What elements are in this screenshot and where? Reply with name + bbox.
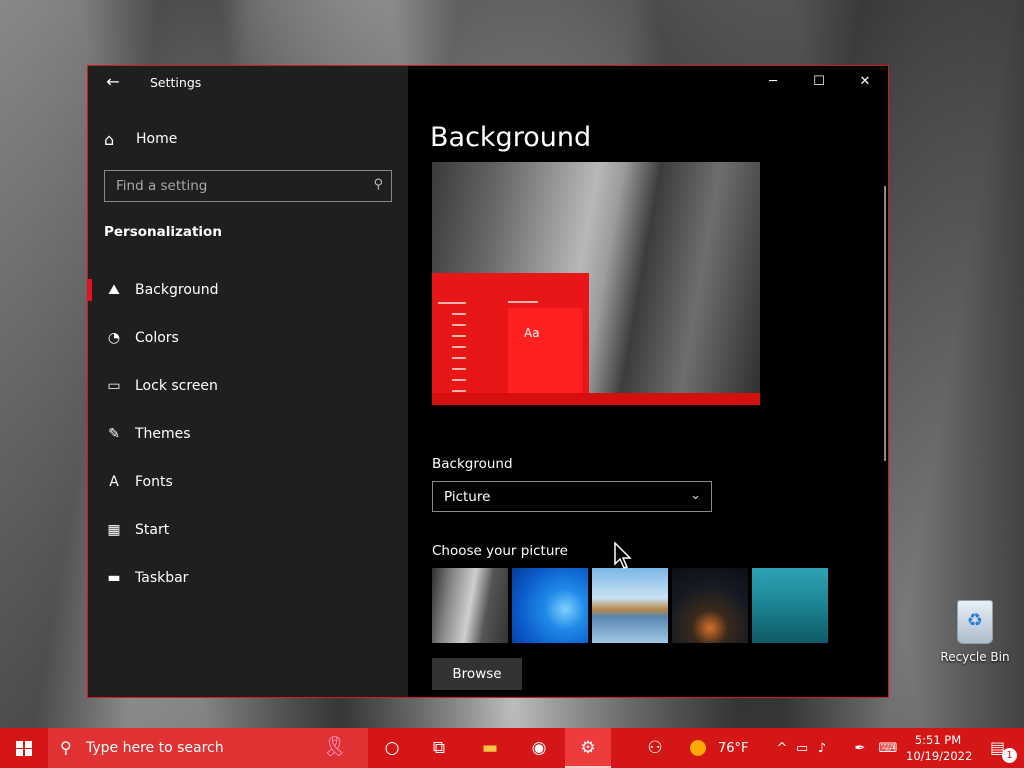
taskbar: ⚲ 🎗 ○ ⧉ ▬ ◉ ⚙ ⚇ 76°F ^ ▭ ♪ ✒ ⌨ 5:51 PM 1… <box>0 728 1024 768</box>
sidebar-item-label: Fonts <box>135 474 173 490</box>
close-button[interactable]: ✕ <box>842 66 888 98</box>
maximize-button[interactable]: ☐ <box>796 66 842 98</box>
awareness-ribbon-icon[interactable]: 🎗 <box>322 734 347 758</box>
picture-icon: ⛰ <box>108 282 120 298</box>
chevron-down-icon: ⌄ <box>690 488 701 503</box>
picture-thumbnail-windows[interactable] <box>512 568 588 643</box>
notification-count-badge: 1 <box>1002 748 1017 763</box>
weather-widget[interactable]: 76°F <box>690 728 749 768</box>
themes-icon: ✎ <box>108 426 120 442</box>
taskbar-clock[interactable]: 5:51 PM 10/19/2022 <box>906 732 973 764</box>
main-scrollbar[interactable] <box>884 186 886 461</box>
cortana-icon[interactable]: ○ <box>369 728 415 768</box>
sidebar-item-themes[interactable]: ✎ Themes <box>88 410 408 458</box>
sidebar-item-lock-screen[interactable]: ▭ Lock screen <box>88 362 408 410</box>
fonts-icon: A <box>109 474 119 490</box>
preview-tile: Aa <box>508 308 582 393</box>
background-type-label: Background <box>432 456 513 472</box>
window-controls: ─ ☐ ✕ <box>750 66 888 98</box>
sidebar-item-label: Colors <box>135 330 179 346</box>
action-center-button[interactable]: ▤ 1 <box>980 728 1020 768</box>
home-icon: ⌂ <box>104 129 115 149</box>
search-icon[interactable]: ⚲ <box>373 177 383 192</box>
back-arrow-icon[interactable]: ← <box>102 72 124 94</box>
palette-icon: ◔ <box>107 330 121 346</box>
browse-button[interactable]: Browse <box>432 658 522 690</box>
search-icon: ⚲ <box>60 738 72 757</box>
taskbar-search-input[interactable] <box>86 734 286 762</box>
clock-time: 5:51 PM <box>914 733 962 747</box>
settings-taskbar-icon[interactable]: ⚙ <box>565 728 611 768</box>
sidebar-item-fonts[interactable]: A Fonts <box>88 458 408 506</box>
find-setting-search: ⚲ <box>104 170 392 202</box>
recycle-bin-shortcut[interactable]: Recycle Bin <box>940 600 1010 664</box>
settings-window: ← Settings ⌂ Home ⚲ Personalization ⛰ Ba… <box>87 65 889 698</box>
picture-thumbnail-underwater[interactable] <box>752 568 828 643</box>
system-tray: ^ ▭ ♪ ✒ ⌨ <box>772 728 898 768</box>
sidebar-item-label: Themes <box>135 426 191 442</box>
titlebar-left: ← Settings <box>88 66 408 98</box>
taskbar-icon: ▬ <box>107 570 121 586</box>
sidebar-item-start[interactable]: ▦ Start <box>88 506 408 554</box>
mouse-cursor-icon <box>614 542 632 569</box>
background-preview: Aa <box>432 162 760 405</box>
sidebar-item-colors[interactable]: ◔ Colors <box>88 314 408 362</box>
section-title: Personalization <box>104 224 222 240</box>
settings-sidebar: ← Settings ⌂ Home ⚲ Personalization ⛰ Ba… <box>88 66 408 697</box>
volume-icon[interactable]: ♪ <box>812 741 832 756</box>
start-button[interactable] <box>0 728 48 768</box>
minimize-button[interactable]: ─ <box>750 66 796 98</box>
home-nav-item[interactable]: ⌂ Home <box>104 128 177 150</box>
network-icon[interactable]: ▭ <box>792 741 812 756</box>
picture-thumbnail-night-sky[interactable] <box>672 568 748 643</box>
sidebar-item-label: Background <box>135 282 219 298</box>
sidebar-item-label: Start <box>135 522 170 538</box>
sidebar-item-taskbar[interactable]: ▬ Taskbar <box>88 554 408 602</box>
preview-tile-header <box>508 301 538 303</box>
pen-icon[interactable]: ✒ <box>850 741 870 756</box>
keyboard-icon[interactable]: ⌨ <box>878 741 898 756</box>
sidebar-item-background[interactable]: ⛰ Background <box>88 266 408 314</box>
sidebar-item-label: Lock screen <box>135 378 218 394</box>
find-setting-input[interactable] <box>105 171 355 201</box>
picture-thumbnail-rock[interactable] <box>432 568 508 643</box>
people-icon[interactable]: ⚇ <box>632 728 678 768</box>
task-view-icon[interactable]: ⧉ <box>416 728 462 768</box>
start-icon: ▦ <box>107 522 121 538</box>
clock-date: 10/19/2022 <box>906 749 973 763</box>
picture-thumbnails <box>432 568 828 643</box>
personalization-nav: ⛰ Background ◔ Colors ▭ Lock screen ✎ Th… <box>88 266 408 602</box>
preview-menu-lines <box>438 302 466 401</box>
home-label: Home <box>136 131 178 147</box>
sun-icon <box>690 740 706 756</box>
taskbar-search[interactable]: ⚲ 🎗 <box>48 728 368 768</box>
window-title: Settings <box>150 75 202 90</box>
recycle-bin-icon <box>957 600 993 644</box>
page-title: Background <box>430 122 592 153</box>
sidebar-item-label: Taskbar <box>135 570 189 586</box>
preview-taskbar <box>432 393 760 405</box>
chrome-icon[interactable]: ◉ <box>516 728 562 768</box>
preview-sample-text: Aa <box>524 326 540 340</box>
picture-thumbnail-beach[interactable] <box>592 568 668 643</box>
show-hidden-icons-chevron-icon[interactable]: ^ <box>772 741 792 756</box>
recycle-bin-label: Recycle Bin <box>940 650 1010 664</box>
windows-logo-icon <box>16 741 32 756</box>
background-type-dropdown[interactable]: Picture ⌄ <box>432 481 712 512</box>
background-type-value: Picture <box>444 489 491 505</box>
file-explorer-icon[interactable]: ▬ <box>467 728 513 768</box>
weather-temperature: 76°F <box>718 740 749 756</box>
settings-main-pane: ─ ☐ ✕ Background Aa Background Picture ⌄… <box>408 66 888 697</box>
lock-screen-icon: ▭ <box>107 378 121 394</box>
choose-picture-label: Choose your picture <box>432 543 568 559</box>
